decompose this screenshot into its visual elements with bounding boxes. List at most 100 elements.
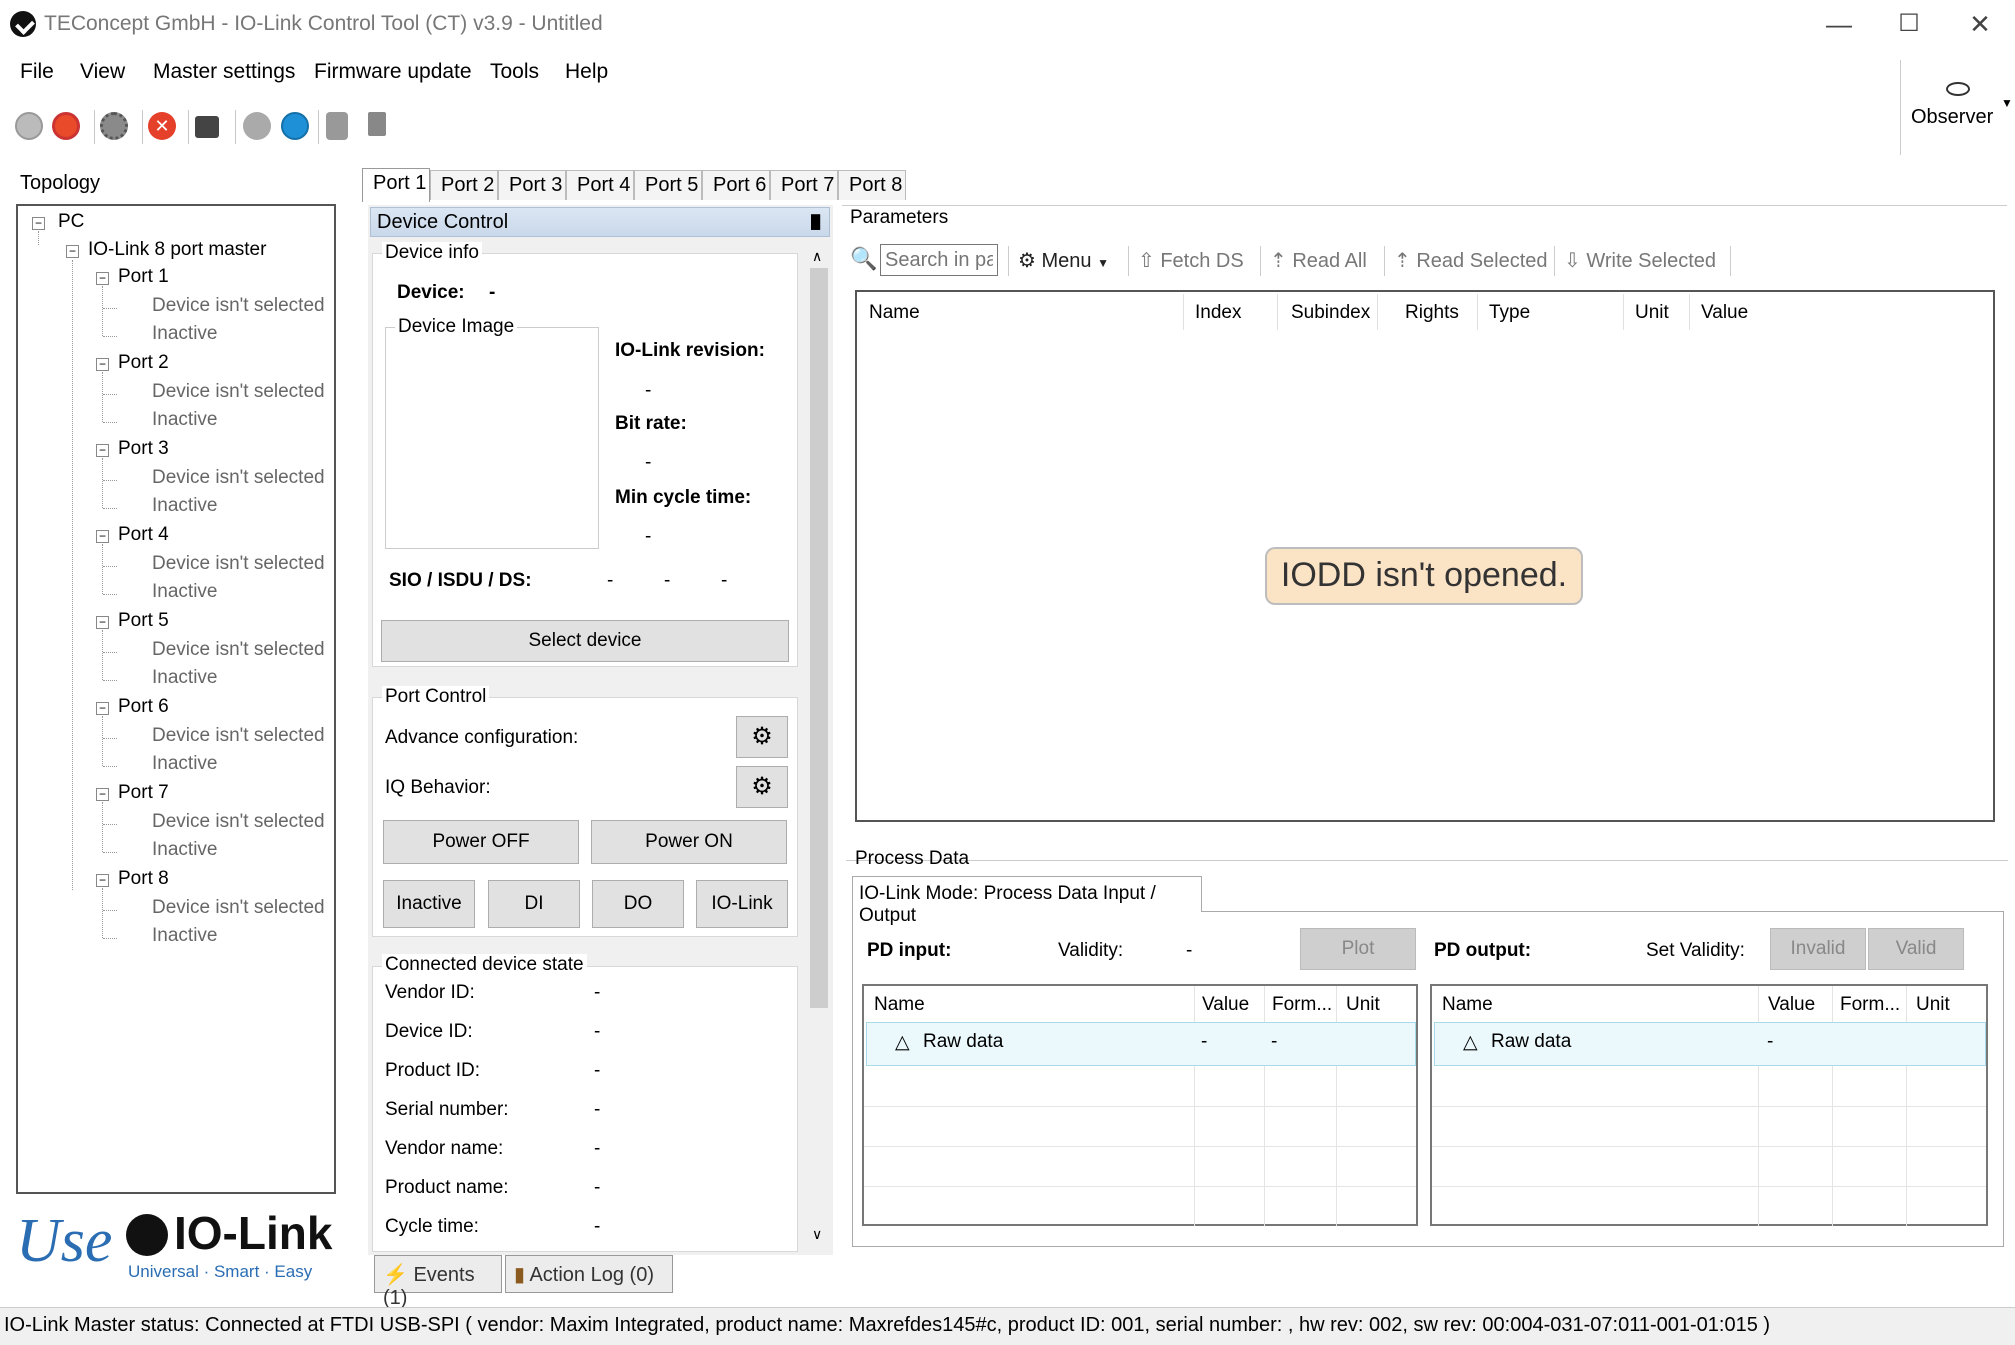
invalid-button[interactable]: Invalid (1770, 928, 1866, 970)
tree-port-7[interactable]: Port 7 (118, 782, 169, 804)
collapse-icon[interactable]: − (96, 530, 109, 543)
read-selected-button[interactable]: ⇡ Read Selected (1394, 248, 1548, 273)
tree-port-6-state[interactable]: Inactive (152, 753, 217, 775)
search-input[interactable] (880, 244, 998, 276)
tree-port-8-state[interactable]: Inactive (152, 925, 217, 947)
tab-io-link-mode[interactable]: IO-Link Mode: Process Data Input / Outpu… (852, 876, 1202, 926)
pd-input-column-name[interactable]: Name (874, 994, 925, 1016)
tree-port-5-state[interactable]: Inactive (152, 667, 217, 689)
tree-port-4-state[interactable]: Inactive (152, 581, 217, 603)
iq-behavior-gear-icon[interactable]: ⚙ (736, 766, 788, 808)
menu-help[interactable]: Help (565, 60, 608, 84)
read-all-button[interactable]: ⇡ Read All (1270, 248, 1367, 273)
power-off-all-icon[interactable] (15, 112, 43, 140)
play-icon[interactable] (243, 112, 271, 140)
wrench-icon[interactable] (326, 112, 348, 140)
pd-output-column-unit[interactable]: Unit (1916, 994, 1950, 1016)
power-on-button[interactable]: Power ON (591, 820, 787, 864)
menu-view[interactable]: View (80, 60, 125, 84)
collapse-icon[interactable]: − (96, 702, 109, 715)
column-header-name[interactable]: Name (869, 302, 920, 324)
scroll-thumb[interactable] (810, 268, 828, 1008)
tree-root-pc[interactable]: PC (58, 211, 84, 233)
valid-button[interactable]: Valid (1868, 928, 1964, 970)
collapse-icon[interactable]: − (32, 217, 45, 230)
menu-firmware-update[interactable]: Firmware update (314, 60, 472, 84)
tab-port-1[interactable]: Port 1 (362, 168, 430, 202)
device-stop-icon[interactable] (195, 116, 219, 138)
fetch-ds-button[interactable]: ⇧ Fetch DS (1138, 248, 1244, 273)
tab-port-7[interactable]: Port 7 (770, 170, 838, 200)
chip-icon[interactable] (368, 112, 386, 136)
mode-di-button[interactable]: DI (488, 880, 580, 928)
gear-icon[interactable] (100, 112, 128, 140)
tree-port-3-device[interactable]: Device isn't selected (152, 467, 325, 489)
pd-output-column-name[interactable]: Name (1442, 994, 1493, 1016)
power-icon[interactable] (52, 112, 80, 140)
events-tab[interactable]: ⚡ Events (1) (374, 1255, 502, 1309)
pd-input-raw-data-row[interactable]: △ Raw data - - (866, 1022, 1416, 1066)
tree-port-2-state[interactable]: Inactive (152, 409, 217, 431)
close-button[interactable]: ✕ (1945, 6, 2015, 42)
collapse-icon[interactable]: − (66, 245, 79, 258)
tree-port-3[interactable]: Port 3 (118, 438, 169, 460)
menu-file[interactable]: File (20, 60, 54, 84)
tab-port-8[interactable]: Port 8 (838, 170, 906, 200)
tree-master[interactable]: IO-Link 8 port master (88, 239, 266, 261)
tab-port-6[interactable]: Port 6 (702, 170, 770, 200)
tree-port-6[interactable]: Port 6 (118, 696, 169, 718)
topology-tree[interactable]: − PC − IO-Link 8 port master − Port 1 Devi… (16, 204, 336, 1194)
column-header-value[interactable]: Value (1701, 302, 1748, 324)
collapse-icon[interactable]: − (96, 616, 109, 629)
chevron-down-icon[interactable]: ▼ (2001, 96, 2013, 110)
pd-input-column-value[interactable]: Value (1202, 994, 1249, 1016)
mode-do-button[interactable]: DO (592, 880, 684, 928)
tree-port-2-device[interactable]: Device isn't selected (152, 381, 325, 403)
tab-port-4[interactable]: Port 4 (566, 170, 634, 200)
pd-output-raw-data-row[interactable]: △ Raw data - (1434, 1022, 1986, 1066)
menu-master-settings[interactable]: Master settings (153, 60, 295, 84)
column-header-subindex[interactable]: Subindex (1291, 302, 1370, 324)
tree-port-4-device[interactable]: Device isn't selected (152, 553, 325, 575)
pause-icon[interactable] (281, 112, 309, 140)
collapse-icon[interactable]: − (96, 358, 109, 371)
tree-port-5[interactable]: Port 5 (118, 610, 169, 632)
mode-io-link-button[interactable]: IO-Link (696, 880, 788, 928)
menu-button[interactable]: ⚙ Menu ▼ (1018, 248, 1109, 273)
collapse-icon[interactable]: − (96, 788, 109, 801)
minimize-button[interactable]: — (1804, 6, 1874, 42)
column-header-rights[interactable]: Rights (1405, 302, 1459, 324)
tree-port-5-device[interactable]: Device isn't selected (152, 639, 325, 661)
collapse-icon[interactable]: − (96, 444, 109, 457)
action-log-tab[interactable]: ▮ Action Log (0) (505, 1255, 673, 1293)
menu-tools[interactable]: Tools (490, 60, 539, 84)
column-header-unit[interactable]: Unit (1635, 302, 1669, 324)
tree-port-3-state[interactable]: Inactive (152, 495, 217, 517)
tree-port-8[interactable]: Port 8 (118, 868, 169, 890)
tab-port-5[interactable]: Port 5 (634, 170, 702, 200)
advance-configuration-gear-icon[interactable]: ⚙ (736, 716, 788, 758)
mode-inactive-button[interactable]: Inactive (383, 880, 475, 928)
tree-port-6-device[interactable]: Device isn't selected (152, 725, 325, 747)
pd-output-column-value[interactable]: Value (1768, 994, 1815, 1016)
tab-port-3[interactable]: Port 3 (498, 170, 566, 200)
tree-port-7-device[interactable]: Device isn't selected (152, 811, 325, 833)
tree-port-4[interactable]: Port 4 (118, 524, 169, 546)
tree-port-1[interactable]: Port 1 (118, 266, 169, 288)
tree-port-1-device[interactable]: Device isn't selected (152, 295, 325, 317)
column-header-index[interactable]: Index (1195, 302, 1241, 324)
observer-button[interactable]: Observer ▼ (1900, 60, 2015, 155)
scroll-down-icon[interactable]: ∨ (812, 1226, 822, 1243)
collapse-icon[interactable]: − (96, 272, 109, 285)
power-off-button[interactable]: Power OFF (383, 820, 579, 864)
tree-port-1-state[interactable]: Inactive (152, 323, 217, 345)
disconnect-icon[interactable]: ✕ (148, 112, 176, 140)
tree-port-2[interactable]: Port 2 (118, 352, 169, 374)
pd-input-column-unit[interactable]: Unit (1346, 994, 1380, 1016)
pd-input-column-format[interactable]: Form... (1272, 994, 1332, 1016)
maximize-button[interactable]: ☐ (1874, 6, 1944, 42)
scroll-up-icon[interactable]: ∧ (812, 248, 822, 265)
write-selected-button[interactable]: ⇩ Write Selected (1564, 248, 1716, 273)
pin-icon[interactable]: █ (811, 214, 820, 229)
select-device-button[interactable]: Select device (381, 620, 789, 662)
